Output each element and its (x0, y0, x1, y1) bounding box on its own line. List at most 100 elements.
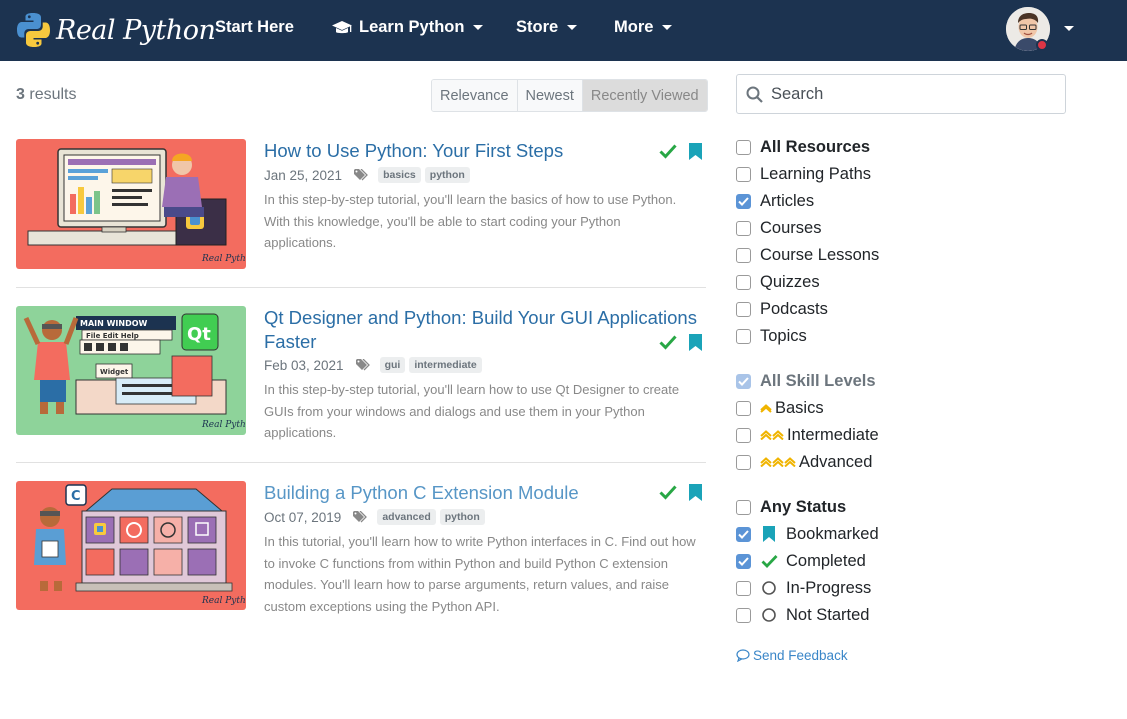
nav-learn-python-dropdown[interactable]: Learn Python (331, 18, 484, 37)
tag-badge[interactable]: advanced (377, 509, 436, 525)
tag-badge[interactable]: python (439, 509, 485, 525)
checkbox[interactable] (736, 301, 751, 317)
sort-recently-viewed-button[interactable]: Recently Viewed (582, 80, 707, 111)
checkbox-checked[interactable] (736, 373, 751, 389)
checkbox[interactable] (736, 328, 751, 344)
filter-label: Learning Paths (760, 164, 871, 183)
checkbox-checked[interactable] (736, 526, 751, 542)
checkbox[interactable] (736, 166, 751, 182)
checkbox[interactable] (736, 499, 751, 515)
nav-store-dropdown[interactable]: Store (516, 18, 578, 37)
brand-logo-link[interactable]: Real Python (16, 10, 216, 50)
checkbox[interactable] (736, 454, 751, 470)
bookmark-icon (763, 526, 775, 542)
completed-check-icon[interactable] (659, 484, 677, 500)
filter-basics[interactable]: Basics (736, 398, 824, 418)
checkbox[interactable] (736, 607, 751, 623)
tag-badge[interactable]: python (424, 167, 470, 183)
article-thumbnail[interactable]: Real Python (16, 139, 246, 269)
filter-course-lessons[interactable]: Course Lessons (736, 245, 879, 265)
thumbnail-watermark: Real Python (201, 254, 246, 264)
list-item: MAIN WINDOW File Edit Help Widget Qt Rea… (16, 306, 706, 446)
article-meta: Jan 25, 2021 basics python (264, 167, 470, 183)
tag-badge[interactable]: basics (378, 167, 421, 183)
sort-button-group: Relevance Newest Recently Viewed (431, 79, 708, 112)
completed-check-icon[interactable] (659, 143, 677, 159)
article-status-icons (659, 484, 702, 501)
python-logo-icon (17, 13, 50, 47)
filter-any-status[interactable]: Any Status (736, 497, 846, 517)
article-status-icons (659, 334, 702, 351)
article-date: Oct 07, 2019 (264, 509, 342, 525)
checkbox[interactable] (736, 400, 751, 416)
sort-newest-button[interactable]: Newest (517, 80, 583, 111)
list-item: Real Python How to Use Python: Your Firs… (16, 139, 706, 279)
search-icon (746, 86, 763, 103)
thumbnail-window-label: MAIN WINDOW (80, 319, 148, 328)
completed-check-icon (761, 555, 778, 568)
circle-outline-icon (762, 581, 776, 595)
thumbnail-menu-label: File Edit Help (86, 332, 139, 340)
checkbox[interactable] (736, 427, 751, 443)
tag-badge[interactable]: intermediate (409, 357, 482, 373)
article-thumbnail[interactable]: MAIN WINDOW File Edit Help Widget Qt Rea… (16, 306, 246, 435)
article-date: Feb 03, 2021 (264, 357, 344, 373)
filter-all-skill-levels[interactable]: All Skill Levels (736, 371, 876, 391)
filter-all-resources[interactable]: All Resources (736, 137, 870, 157)
thumbnail-widget-label: Widget (100, 368, 129, 376)
nav-start-here[interactable]: Start Here (215, 18, 294, 37)
completed-check-icon[interactable] (659, 334, 677, 350)
filter-label: Podcasts (760, 299, 828, 318)
filter-articles[interactable]: Articles (736, 191, 814, 211)
filter-not-started[interactable]: Not Started (736, 605, 869, 625)
article-description: In this step-by-step tutorial, you'll le… (264, 192, 677, 250)
filter-in-progress[interactable]: In-Progress (736, 578, 871, 598)
send-feedback-link[interactable]: Send Feedback (736, 648, 848, 663)
sort-relevance-button[interactable]: Relevance (432, 80, 518, 111)
checkbox[interactable] (736, 247, 751, 263)
checkbox[interactable] (736, 580, 751, 596)
filter-intermediate[interactable]: Intermediate (736, 425, 879, 445)
brand-name: Real Python (56, 14, 216, 46)
thumbnail-c-badge: C (71, 489, 81, 504)
article-title-link[interactable]: Building a Python C Extension Module (264, 481, 704, 505)
article-title-link[interactable]: How to Use Python: Your First Steps (264, 139, 704, 163)
send-feedback-label: Send Feedback (753, 648, 848, 663)
user-menu-chevron-down-icon[interactable] (1064, 26, 1074, 31)
python-first-steps-illustration: Real Python (16, 139, 246, 269)
search-placeholder: Search (771, 84, 824, 103)
graduation-cap-icon (332, 20, 352, 33)
filter-quizzes[interactable]: Quizzes (736, 272, 820, 292)
filter-completed[interactable]: Completed (736, 551, 866, 571)
article-title-link[interactable]: Qt Designer and Python: Build Your GUI A… (264, 306, 704, 354)
bookmark-icon[interactable] (689, 484, 702, 501)
article-thumbnail[interactable]: C Real Python (16, 481, 246, 610)
filter-podcasts[interactable]: Podcasts (736, 299, 828, 319)
filter-bookmarked[interactable]: Bookmarked (736, 524, 879, 544)
filter-label: Not Started (786, 605, 870, 624)
tag-badge[interactable]: gui (379, 357, 406, 373)
filter-courses[interactable]: Courses (736, 218, 821, 238)
filter-learning-paths[interactable]: Learning Paths (736, 164, 871, 184)
circle-outline-icon (762, 608, 776, 622)
filter-advanced[interactable]: Advanced (736, 452, 872, 472)
filter-label: Topics (760, 326, 807, 345)
filter-topics[interactable]: Topics (736, 326, 807, 346)
nav-more-label: More (614, 18, 654, 36)
nav-more-dropdown[interactable]: More (614, 18, 673, 37)
checkbox[interactable] (736, 274, 751, 290)
tags-icon (354, 169, 370, 181)
nav-store-label: Store (516, 18, 559, 36)
checkbox-checked[interactable] (736, 193, 751, 209)
bookmark-icon[interactable] (689, 334, 702, 351)
tags-icon (353, 511, 369, 523)
bookmark-icon[interactable] (689, 143, 702, 160)
checkbox[interactable] (736, 220, 751, 236)
search-input[interactable]: Search (736, 74, 1066, 114)
checkmark-icon (738, 529, 749, 539)
checkbox[interactable] (736, 139, 751, 155)
list-item: C Real Python Building a Python C Extens… (16, 481, 706, 621)
c-extension-illustration: C Real Python (16, 481, 246, 610)
thumbnail-watermark: Real Python (201, 596, 246, 606)
checkbox-checked[interactable] (736, 553, 751, 569)
